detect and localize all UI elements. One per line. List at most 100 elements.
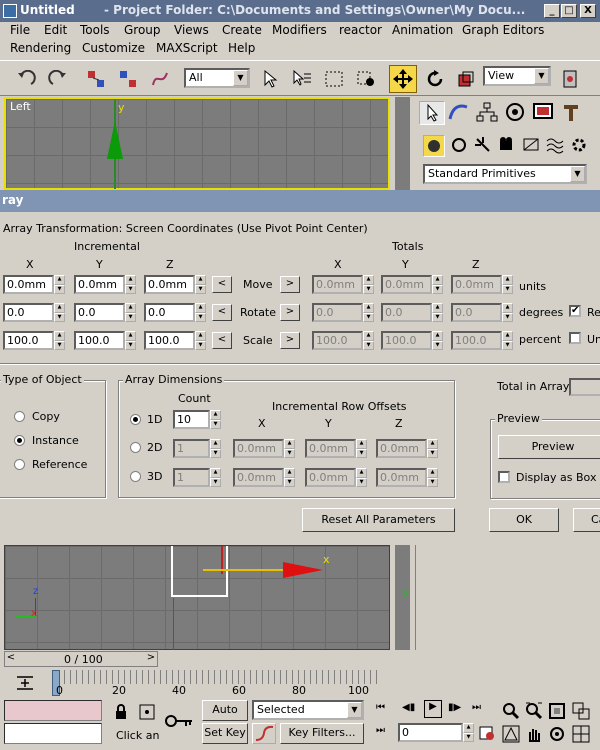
tab-modify[interactable] <box>447 101 473 125</box>
move-inc-x-spinner[interactable]: 0.0mm ▲ ▼ <box>3 275 65 294</box>
menu-modifiers[interactable]: Modifiers <box>272 23 327 37</box>
set-key-button[interactable]: Set Key <box>202 723 248 744</box>
uniform-checkbox[interactable] <box>569 332 581 344</box>
spinner-arrows[interactable]: ▲ ▼ <box>54 303 65 322</box>
selection-filter-dropdown[interactable]: All ▼ <box>184 68 250 88</box>
select-and-link-icon[interactable] <box>82 65 110 93</box>
reference-radio[interactable] <box>14 459 25 470</box>
count-1d-field[interactable]: 10 <box>173 410 210 429</box>
menu-rendering[interactable]: Rendering <box>10 41 71 55</box>
menu-views[interactable]: Views <box>174 23 209 37</box>
default-tangent-icon[interactable] <box>252 723 276 744</box>
menu-animation[interactable]: Animation <box>392 23 453 37</box>
shapes-icon[interactable] <box>449 135 471 157</box>
count-1d-spinner[interactable]: 10 ▲ ▼ <box>173 410 221 429</box>
menu-create[interactable]: Create <box>222 23 262 37</box>
window-crossing-icon[interactable] <box>352 65 380 93</box>
select-object-icon[interactable] <box>256 65 284 93</box>
menu-edit[interactable]: Edit <box>44 23 67 37</box>
move-left-arrow-button[interactable]: < <box>212 276 232 293</box>
menu-tools[interactable]: Tools <box>80 23 110 37</box>
move-inc-y-spinner[interactable]: 0.0mm ▲ ▼ <box>74 275 136 294</box>
undo-icon[interactable] <box>12 65 40 93</box>
scale-inc-y-spinner[interactable]: 100.0 ▲ ▼ <box>74 331 136 350</box>
maximize-viewport-icon[interactable] <box>572 725 590 743</box>
select-and-scale-icon[interactable] <box>452 65 480 93</box>
play-icon[interactable]: ▶ <box>424 700 442 718</box>
trackbar-toggle-icon[interactable] <box>14 674 36 692</box>
instance-radio[interactable] <box>14 435 25 446</box>
current-frame-spinner[interactable]: 0 ▲ ▼ <box>398 723 474 742</box>
scale-inc-x-field[interactable]: 100.0 <box>3 331 54 350</box>
helpers-icon[interactable] <box>521 135 543 157</box>
systems-icon[interactable] <box>569 135 591 157</box>
rotate-inc-y-spinner[interactable]: 0.0 ▲ ▼ <box>74 303 136 322</box>
spinner-arrows[interactable]: ▲ ▼ <box>54 331 65 350</box>
lights-icon[interactable] <box>473 135 495 157</box>
spinner-arrows[interactable]: ▲ ▼ <box>210 410 221 429</box>
space-warps-icon[interactable] <box>545 135 567 157</box>
rotate-left-arrow-button[interactable]: < <box>212 304 232 321</box>
spinner-arrows[interactable]: ▲ ▼ <box>195 303 206 322</box>
scale-inc-z-field[interactable]: 100.0 <box>144 331 195 350</box>
auto-key-button[interactable]: Auto Key <box>202 700 248 734</box>
scale-right-arrow-button[interactable]: > <box>280 332 300 349</box>
preview-button[interactable]: Preview <box>498 435 600 459</box>
tab-hierarchy[interactable] <box>475 101 501 125</box>
key-mode-toggle-icon[interactable]: ⏭ <box>376 725 394 741</box>
spinner-arrows[interactable]: ▲ ▼ <box>54 275 65 294</box>
zoom-all-icon[interactable] <box>525 702 543 720</box>
spinner-arrows[interactable]: ▲ ▼ <box>125 275 136 294</box>
reference-coordinate-dropdown[interactable]: View ▼ <box>483 66 551 86</box>
rotate-right-arrow-button[interactable]: > <box>280 304 300 321</box>
scale-left-arrow-button[interactable]: < <box>212 332 232 349</box>
go-to-end-icon[interactable]: ⏭ <box>472 702 490 718</box>
dimension-3d-radio[interactable] <box>130 471 141 482</box>
move-right-arrow-button[interactable]: > <box>280 276 300 293</box>
field-of-view-icon[interactable] <box>502 725 520 743</box>
spinner-arrows[interactable]: ▲ ▼ <box>125 303 136 322</box>
unlink-icon[interactable] <box>114 65 142 93</box>
display-as-box-checkbox[interactable] <box>498 471 510 483</box>
spinner-arrows[interactable]: ▲ ▼ <box>125 331 136 350</box>
tab-motion[interactable] <box>503 101 529 125</box>
menu-group[interactable]: Group <box>124 23 161 37</box>
ok-button[interactable]: OK <box>489 508 559 532</box>
viewport-label[interactable]: Left <box>10 100 31 113</box>
trackbar[interactable]: 0 20 40 60 80 100 <box>52 670 380 697</box>
minimize-button[interactable]: _ <box>544 4 560 18</box>
geometry-icon[interactable] <box>423 135 445 157</box>
select-by-name-icon[interactable] <box>288 65 316 93</box>
rotate-inc-x-spinner[interactable]: 0.0 ▲ ▼ <box>3 303 65 322</box>
select-and-rotate-icon[interactable] <box>421 65 449 93</box>
cancel-button[interactable]: Ca <box>573 508 600 532</box>
maxscript-input[interactable] <box>4 723 102 744</box>
bind-space-warp-icon[interactable] <box>146 65 174 93</box>
scale-inc-z-spinner[interactable]: 100.0 ▲ ▼ <box>144 331 206 350</box>
rotate-inc-x-field[interactable]: 0.0 <box>3 303 54 322</box>
re-orient-checkbox[interactable]: ✔ <box>569 305 581 317</box>
perspective-viewport[interactable]: x z x <box>4 545 390 650</box>
dimension-2d-radio[interactable] <box>130 442 141 453</box>
absolute-mode-icon[interactable] <box>138 703 156 721</box>
rectangular-selection-icon[interactable] <box>320 65 348 93</box>
zoom-icon[interactable] <box>502 702 520 720</box>
spinner-arrows[interactable]: ▲ ▼ <box>195 331 206 350</box>
previous-frame-icon[interactable]: ◀▮ <box>402 702 420 718</box>
left-viewport[interactable]: Left y <box>4 97 390 190</box>
rotate-inc-y-field[interactable]: 0.0 <box>74 303 125 322</box>
time-slider-next[interactable]: > <box>145 652 157 666</box>
select-and-move-icon[interactable] <box>389 65 417 93</box>
zoom-extents-all-icon[interactable] <box>572 702 590 720</box>
rotate-inc-z-field[interactable]: 0.0 <box>144 303 195 322</box>
close-button[interactable]: X <box>580 4 596 18</box>
arc-rotate-icon[interactable] <box>548 725 566 743</box>
tab-create[interactable] <box>419 101 445 125</box>
menu-file[interactable]: File <box>10 23 30 37</box>
current-frame-field[interactable]: 0 <box>398 723 463 742</box>
category-dropdown[interactable]: Standard Primitives ▼ <box>423 164 587 184</box>
copy-radio[interactable] <box>14 411 25 422</box>
tab-utilities[interactable] <box>559 101 585 125</box>
go-to-start-icon[interactable]: ⏮ <box>376 702 394 718</box>
spinner-arrows[interactable]: ▲ ▼ <box>195 275 206 294</box>
